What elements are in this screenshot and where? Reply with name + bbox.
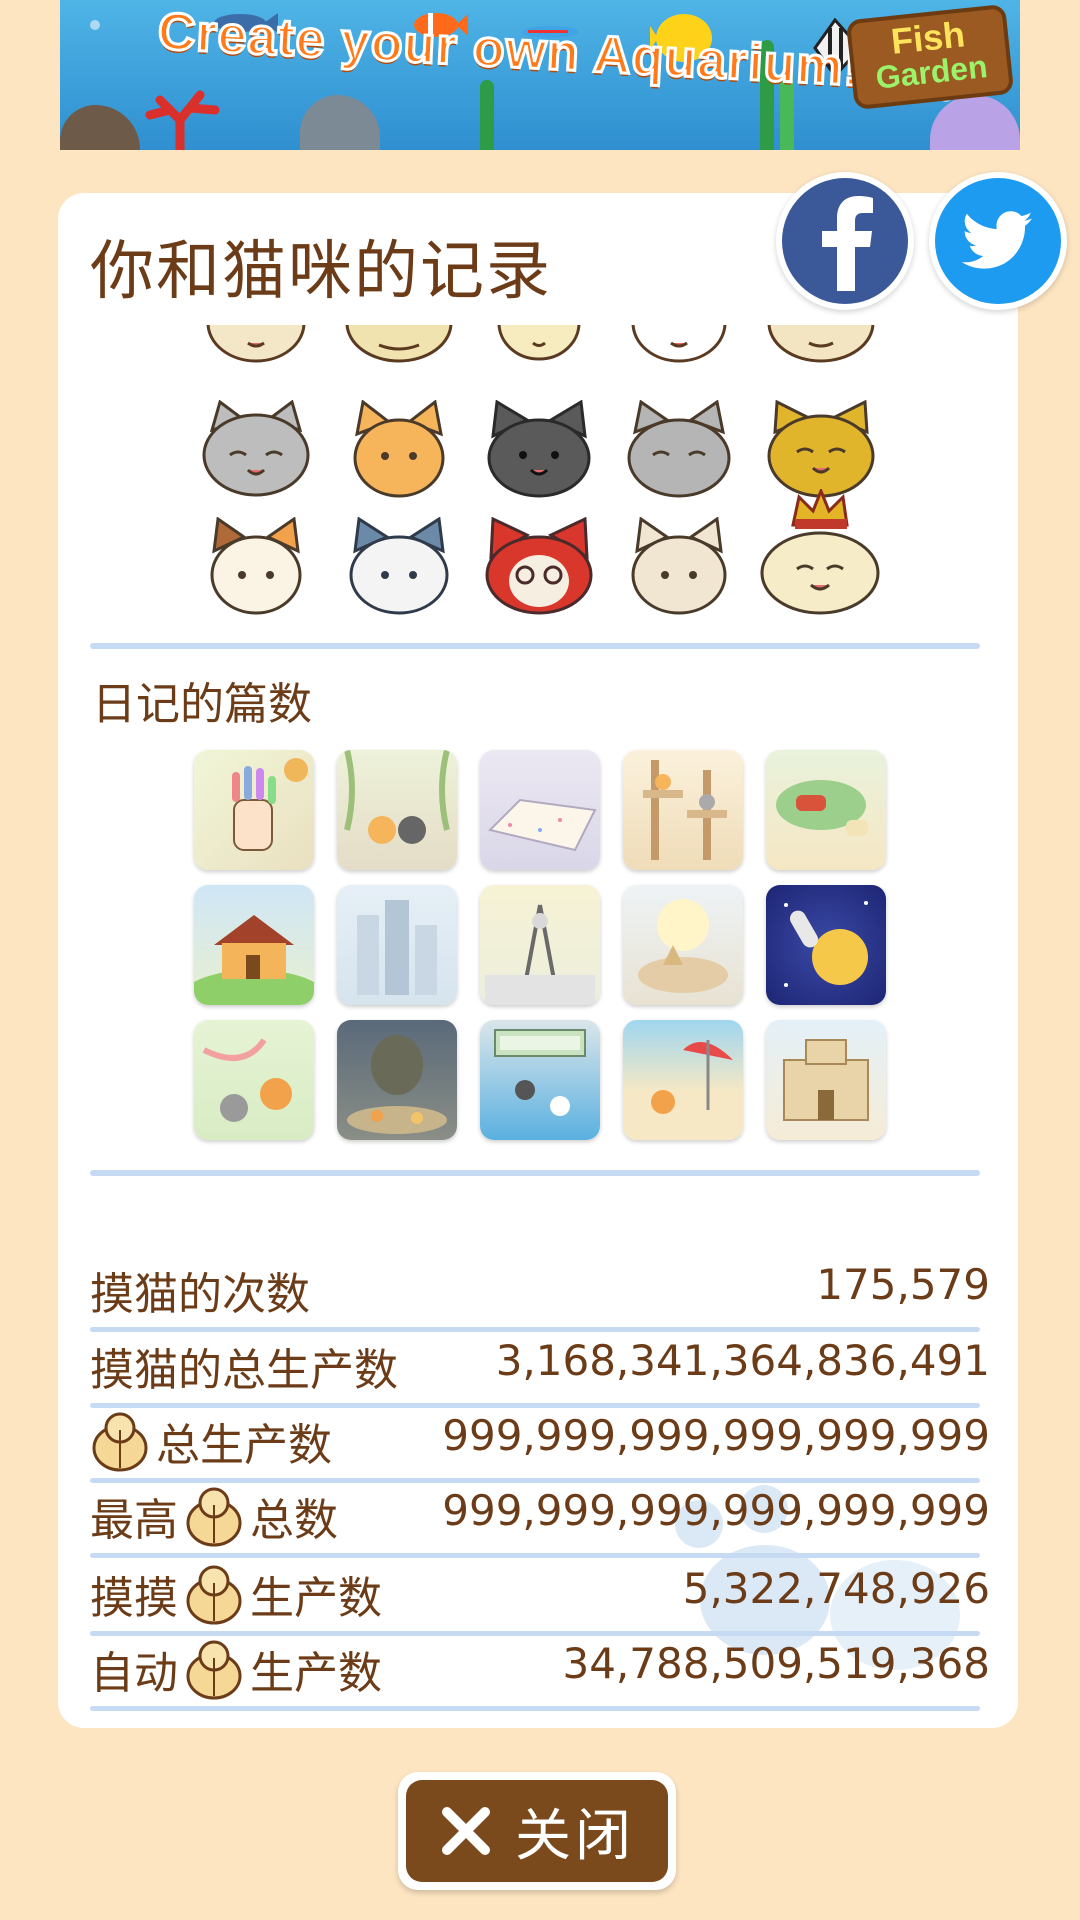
hooded-cat-icon bbox=[485, 517, 593, 615]
row-divider bbox=[90, 1706, 980, 1711]
diary-thumbnail[interactable] bbox=[623, 885, 743, 1005]
stat-label: 最高 总数 bbox=[90, 1484, 338, 1548]
stat-value: 175,579 bbox=[816, 1260, 990, 1309]
stat-row-pet-production: 摸猫的总生产数 3,168,341,364,836,491 bbox=[90, 1330, 990, 1408]
calico-cat-icon bbox=[210, 517, 302, 615]
bubble-decoration bbox=[90, 20, 100, 30]
blue-cat-icon bbox=[349, 517, 449, 615]
stat-label-suffix: 生产数 bbox=[250, 1648, 382, 1699]
stat-row-auto-production: 自动 生产数 34,788,509,519,368 bbox=[90, 1633, 990, 1711]
close-button[interactable]: 关闭 bbox=[398, 1772, 676, 1890]
diary-thumbnail[interactable] bbox=[194, 1020, 314, 1140]
cat-icon bbox=[767, 325, 875, 363]
coral-icon bbox=[145, 90, 220, 150]
ad-logo: Fish Garden bbox=[845, 3, 1015, 111]
close-button-inner: 关闭 bbox=[406, 1780, 668, 1882]
twitter-icon bbox=[935, 178, 1061, 304]
diary-thumbnail[interactable] bbox=[337, 1020, 457, 1140]
facebook-icon bbox=[782, 178, 908, 304]
tabby-cat-icon bbox=[627, 400, 731, 498]
stat-label-suffix: 总数 bbox=[250, 1495, 338, 1546]
close-button-label: 关闭 bbox=[515, 1803, 635, 1869]
facebook-share-button[interactable] bbox=[776, 172, 914, 310]
diary-thumbnail[interactable] bbox=[337, 750, 457, 870]
section-divider bbox=[90, 643, 980, 649]
diary-count-label: 日记的篇数 bbox=[92, 679, 312, 730]
rock-decoration bbox=[60, 105, 140, 150]
stat-value: 999,999,999,999,999,999 bbox=[442, 1411, 990, 1460]
stat-label: 摸猫的次数 bbox=[90, 1269, 310, 1320]
nut-icon bbox=[186, 1565, 242, 1625]
golden-cat-icon bbox=[767, 400, 875, 498]
diary-thumbnail[interactable] bbox=[766, 750, 886, 870]
diary-thumbnail[interactable] bbox=[194, 885, 314, 1005]
close-icon bbox=[442, 1807, 490, 1855]
seaweed-decoration bbox=[480, 80, 494, 150]
cat-row bbox=[150, 489, 910, 625]
stat-label: 摸摸 生产数 bbox=[90, 1562, 382, 1626]
diary-thumbnail[interactable] bbox=[623, 750, 743, 870]
diary-thumbnail[interactable] bbox=[623, 1020, 743, 1140]
king-cat-icon bbox=[760, 489, 880, 615]
diary-thumbnail[interactable] bbox=[337, 885, 457, 1005]
diary-thumbnail[interactable] bbox=[480, 750, 600, 870]
coral-decoration bbox=[930, 95, 1020, 150]
twitter-share-button[interactable] bbox=[929, 172, 1067, 310]
section-divider bbox=[90, 1170, 980, 1176]
diary-thumbnail[interactable] bbox=[480, 1020, 600, 1140]
diary-thumbnail[interactable] bbox=[480, 885, 600, 1005]
diary-thumbnail[interactable] bbox=[766, 885, 886, 1005]
cat-icon bbox=[345, 325, 453, 363]
stat-row-max-total: 最高 总数 999,999,999,999,999,999 bbox=[90, 1480, 990, 1558]
stat-label: 摸猫的总生产数 bbox=[90, 1345, 398, 1396]
stat-label-prefix: 摸摸 bbox=[90, 1573, 178, 1624]
stat-label-prefix: 自动 bbox=[90, 1648, 178, 1699]
diary-thumbnail[interactable] bbox=[766, 1020, 886, 1140]
cat-row bbox=[150, 325, 910, 375]
stat-label-suffix: 总生产数 bbox=[156, 1420, 332, 1471]
stat-value: 999,999,999,999,999,999 bbox=[442, 1486, 990, 1535]
black-cat-icon bbox=[487, 400, 591, 498]
ad-banner[interactable]: Create your own Aquarium! Fish Garden bbox=[60, 0, 1020, 150]
cream-cat-icon bbox=[631, 517, 727, 615]
ad-headline: Create your own Aquarium! bbox=[155, 1, 865, 99]
stat-row-pat-production: 摸摸 生产数 5,322,748,926 bbox=[90, 1558, 990, 1636]
stat-row-total-production: 总生产数 999,999,999,999,999,999 bbox=[90, 1405, 990, 1483]
stat-value: 5,322,748,926 bbox=[682, 1564, 990, 1613]
cat-icon bbox=[206, 325, 306, 363]
stat-label-prefix: 最高 bbox=[90, 1495, 178, 1546]
stat-label-suffix: 生产数 bbox=[250, 1573, 382, 1624]
nut-icon bbox=[186, 1640, 242, 1700]
rock-decoration bbox=[300, 95, 380, 150]
diary-thumbnail[interactable] bbox=[194, 750, 314, 870]
orange-cat-icon bbox=[353, 400, 445, 498]
stat-label: 自动 生产数 bbox=[90, 1637, 382, 1701]
cat-icon bbox=[631, 325, 727, 363]
stat-value: 34,788,509,519,368 bbox=[562, 1639, 990, 1688]
nut-icon bbox=[92, 1412, 148, 1472]
page-title: 你和猫咪的记录 bbox=[90, 235, 552, 309]
cat-collection-grid[interactable] bbox=[150, 325, 970, 625]
gray-cat-icon bbox=[202, 400, 310, 497]
stat-row-pet-count: 摸猫的次数 175,579 bbox=[90, 1254, 990, 1332]
stat-label: 总生产数 bbox=[90, 1409, 332, 1473]
nut-icon bbox=[186, 1487, 242, 1547]
stat-value: 3,168,341,364,836,491 bbox=[495, 1336, 990, 1385]
cat-icon bbox=[497, 325, 581, 361]
